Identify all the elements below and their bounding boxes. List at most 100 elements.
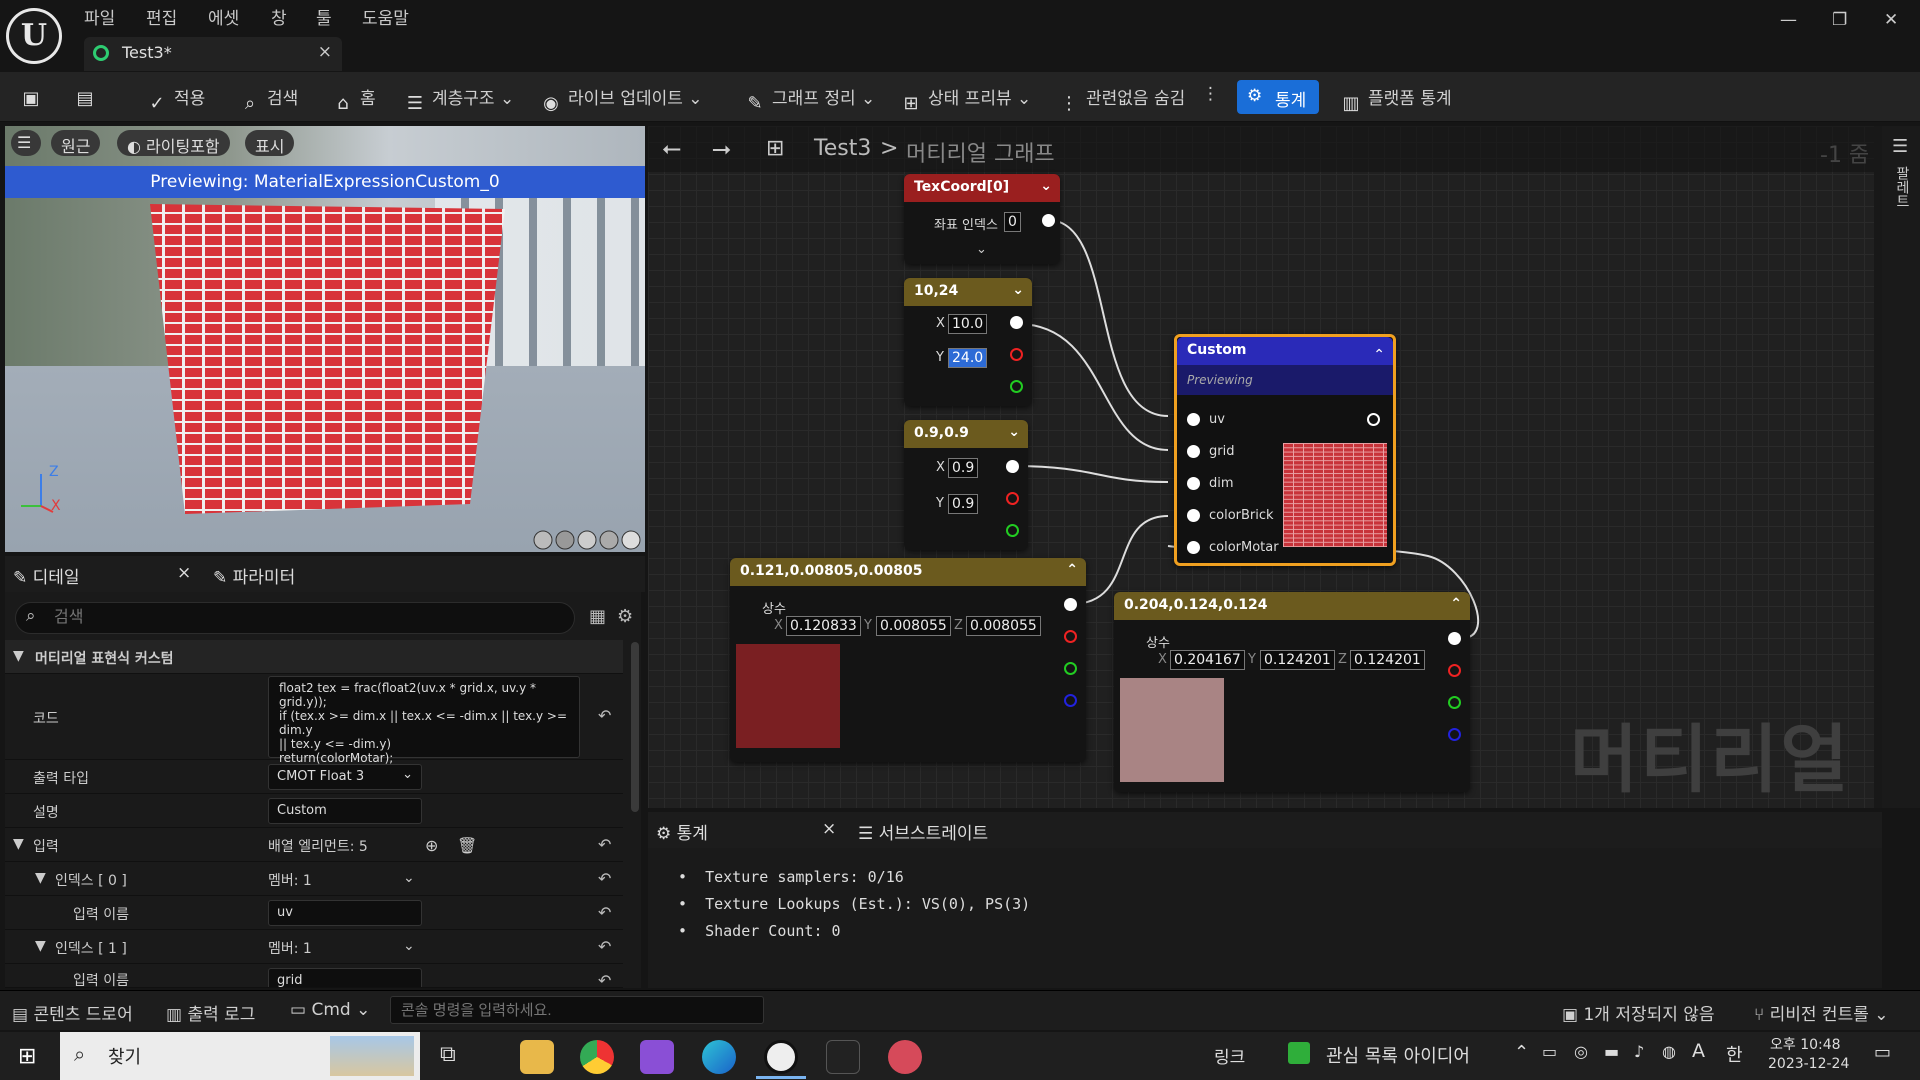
console-input[interactable]: [391, 997, 763, 1023]
browse-button[interactable]: ▤: [74, 84, 102, 110]
chevron-down-icon[interactable]: ⌄: [1040, 178, 1052, 194]
forward-arrow-icon[interactable]: ⭢: [712, 134, 731, 162]
tray-volume-icon[interactable]: ♪: [1634, 1042, 1644, 1061]
details-search-input[interactable]: [54, 607, 554, 629]
breadcrumb-root[interactable]: Test3: [814, 136, 871, 161]
tray-camera-icon[interactable]: ◎: [1574, 1042, 1588, 1061]
visual-studio-icon[interactable]: [640, 1040, 674, 1074]
edge-icon[interactable]: [702, 1040, 736, 1074]
x-field[interactable]: 0.204167: [1170, 650, 1245, 670]
preview-state-button[interactable]: ⊞ 상태 프리뷰 ⌄: [900, 84, 1031, 115]
chevron-down-icon[interactable]: ⌄: [403, 938, 415, 954]
content-drawer-button[interactable]: ▤ 콘텐츠 드로어: [12, 1000, 133, 1025]
index0-row[interactable]: ▼ 인덱스 [ 0 ] 멤버: 1 ⌄ ↶: [5, 862, 623, 896]
taskbar-link-toolbar[interactable]: 링크: [1214, 1043, 1245, 1068]
output-pin-b[interactable]: [1448, 728, 1461, 741]
stats-button[interactable]: ⚙ 통계: [1237, 80, 1319, 114]
output-log-button[interactable]: ▥ 출력 로그: [166, 1000, 255, 1025]
taskbar-clock-time[interactable]: 오후 10:48: [1770, 1034, 1841, 1054]
reset-icon[interactable]: ↶: [598, 706, 611, 725]
save-button[interactable]: ▣: [20, 84, 48, 110]
output-pin-r[interactable]: [1064, 630, 1077, 643]
back-arrow-icon[interactable]: ⭠: [662, 134, 681, 162]
reset-icon[interactable]: ↶: [598, 835, 611, 854]
apply-button[interactable]: ✓ 적용: [146, 84, 205, 115]
menu-file[interactable]: 파일: [84, 4, 115, 29]
section-header[interactable]: ▼ 머티리얼 표현식 커스텀: [5, 640, 623, 674]
node-custom[interactable]: Custom Previewing ⌃ uv grid dim colorBri…: [1174, 334, 1396, 566]
input-pin-dim[interactable]: [1187, 477, 1200, 490]
platform-stats-button[interactable]: ▥ 플랫폼 통계: [1340, 84, 1451, 115]
lighting-button[interactable]: ◐ 라이팅포함: [117, 130, 230, 156]
unreal-engine-icon[interactable]: [764, 1040, 798, 1074]
minimize-button[interactable]: —: [1780, 10, 1797, 30]
node-vector2-grid[interactable]: 10,24 ⌄ X 10.0 Y 24.0: [904, 278, 1032, 406]
tray-network-icon[interactable]: ◍: [1662, 1042, 1676, 1061]
taskbar-search[interactable]: ⌕ 찾기: [60, 1032, 420, 1080]
menu-asset[interactable]: 에셋: [208, 4, 239, 29]
viewport-menu-icon[interactable]: ☰: [11, 130, 41, 156]
chevron-down-icon[interactable]: ⌄: [1008, 424, 1020, 440]
chevron-up-icon[interactable]: ⌃: [1450, 596, 1462, 612]
inputs-row[interactable]: ▼ 입력 배열 엘리먼트: 5 ⊕ 🗑 ↶: [5, 828, 623, 862]
hide-unrelated-button[interactable]: ⋮ 관련없음 숨김: [1058, 84, 1185, 115]
x-field[interactable]: 0.120833: [786, 616, 861, 636]
tray-ime-a[interactable]: A: [1692, 1040, 1705, 1062]
add-icon[interactable]: ⊕: [425, 836, 438, 855]
chrome-icon[interactable]: [580, 1040, 614, 1074]
tray-ime-han[interactable]: 한: [1726, 1041, 1743, 1067]
reset-icon[interactable]: ↶: [598, 971, 611, 987]
chevron-up-icon[interactable]: ⌃: [1066, 562, 1078, 578]
material-preview-viewport[interactable]: ☰ 원근 ◐ 라이팅포함 표시 Previewing: MaterialExpr…: [5, 126, 645, 552]
watchlist-widget[interactable]: 관심 목록 아이디어: [1326, 1042, 1470, 1068]
input-pin-colormotar[interactable]: [1187, 541, 1200, 554]
output-pin-g[interactable]: [1010, 380, 1023, 393]
chevron-down-icon[interactable]: ⌄: [976, 242, 987, 257]
tray-chevron-up-icon[interactable]: ⌃: [1514, 1042, 1529, 1063]
details-scrollbar[interactable]: [631, 642, 639, 812]
input-name-field-0[interactable]: uv: [268, 900, 422, 926]
x-field[interactable]: 0.9: [948, 458, 979, 478]
chevron-down-icon[interactable]: ⌄: [403, 870, 415, 886]
menu-help[interactable]: 도움말: [362, 4, 409, 29]
epic-games-icon[interactable]: [826, 1040, 860, 1074]
revision-control-button[interactable]: ⑂ 리비전 컨트롤 ⌄: [1754, 1000, 1889, 1025]
notification-icon[interactable]: ▭: [1874, 1042, 1891, 1063]
details-search[interactable]: ⌕: [15, 602, 575, 634]
output-pin-g[interactable]: [1064, 662, 1077, 675]
trash-icon[interactable]: 🗑: [457, 836, 477, 855]
x-field[interactable]: 10.0: [948, 314, 988, 334]
reset-icon[interactable]: ↶: [598, 903, 611, 922]
input-pin-colorbrick[interactable]: [1187, 509, 1200, 522]
output-pin-r[interactable]: [1006, 492, 1019, 505]
menu-edit[interactable]: 편집: [146, 4, 177, 29]
node-vector2-dim[interactable]: 0.9,0.9 ⌄ X 0.9 Y 0.9: [904, 420, 1028, 550]
output-pin[interactable]: [1367, 413, 1380, 426]
output-type-select[interactable]: CMOT Float 3 ⌄: [268, 764, 422, 790]
output-pin-g[interactable]: [1006, 524, 1019, 537]
tray-battery-icon[interactable]: ▬: [1604, 1042, 1619, 1061]
output-pin-b[interactable]: [1064, 694, 1077, 707]
y-field[interactable]: 24.0: [948, 348, 988, 368]
home-button[interactable]: ⌂ 홈: [332, 84, 375, 115]
file-explorer-icon[interactable]: [520, 1040, 554, 1074]
z-field[interactable]: 0.124201: [1350, 650, 1425, 670]
more-options-icon[interactable]: ⋮: [1202, 84, 1219, 104]
output-pin[interactable]: [1448, 632, 1461, 645]
menu-window[interactable]: 창: [271, 4, 287, 29]
paint-app-icon[interactable]: [888, 1040, 922, 1074]
tab-parameters[interactable]: ✎ 파라미터: [213, 563, 295, 588]
menu-tools[interactable]: 툴: [316, 4, 332, 29]
reset-icon[interactable]: ↶: [598, 869, 611, 888]
output-pin[interactable]: [1064, 598, 1077, 611]
chevron-down-icon[interactable]: ⌄: [1012, 282, 1024, 298]
unreal-logo-icon[interactable]: U: [6, 8, 62, 64]
preview-shape-buttons[interactable]: [529, 530, 641, 550]
node-constant3-mortar[interactable]: 0.204,0.124,0.124 ⌃ 상수 X 0.204167 Y 0.12…: [1114, 592, 1470, 792]
y-field[interactable]: 0.9: [948, 494, 979, 514]
task-view-icon[interactable]: ⧉: [440, 1042, 456, 1067]
output-pin-r[interactable]: [1448, 664, 1461, 677]
unsaved-button[interactable]: ▣ 1개 저장되지 않음: [1562, 1000, 1715, 1025]
output-pin-g[interactable]: [1448, 696, 1461, 709]
search-button[interactable]: ⌕ 검색: [239, 84, 298, 115]
